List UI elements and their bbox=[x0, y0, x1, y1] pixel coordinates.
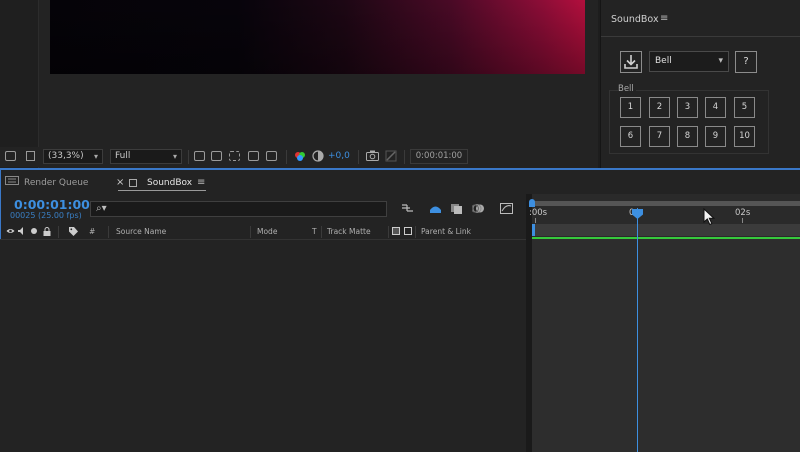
column-number: # bbox=[89, 227, 96, 236]
column-divider bbox=[321, 226, 322, 238]
tab-soundbox[interactable]: SoundBox bbox=[147, 178, 192, 188]
download-button[interactable] bbox=[620, 51, 642, 73]
graph-editor-icon[interactable] bbox=[500, 203, 513, 214]
sound-button-7[interactable]: 7 bbox=[649, 126, 670, 147]
exposure-icon[interactable] bbox=[312, 150, 324, 165]
column-divider bbox=[108, 226, 109, 238]
guides-icon[interactable] bbox=[248, 151, 259, 161]
sound-button-1[interactable]: 1 bbox=[620, 97, 641, 118]
toolbar-divider bbox=[404, 150, 405, 164]
viewer-toolbar: (33,3%) ▾ Full ▾ +0,0 0:00:01:00 bbox=[0, 147, 598, 167]
playhead-line[interactable] bbox=[637, 208, 638, 452]
mask-visibility-icon[interactable] bbox=[229, 151, 240, 161]
time-navigator-start-handle[interactable] bbox=[532, 224, 535, 236]
resolution-value: Full bbox=[115, 151, 131, 161]
solo-icon[interactable] bbox=[31, 228, 37, 234]
column-t[interactable]: T bbox=[312, 227, 317, 236]
ruler-tick bbox=[535, 218, 536, 223]
viewer-timecode[interactable]: 0:00:01:00 bbox=[410, 149, 468, 164]
frame-blending-icon[interactable] bbox=[450, 203, 462, 214]
color-channels-icon[interactable] bbox=[294, 150, 306, 165]
close-icon[interactable]: × bbox=[116, 177, 124, 188]
audio-icon[interactable] bbox=[18, 227, 26, 238]
sound-button-6[interactable]: 6 bbox=[620, 126, 641, 147]
mouse-cursor-icon bbox=[703, 207, 716, 229]
tab-render-queue[interactable]: Render Queue bbox=[24, 178, 88, 188]
snapshot-camera-icon[interactable] bbox=[366, 150, 379, 164]
chevron-down-icon: ▾ bbox=[93, 152, 98, 161]
sound-button-5[interactable]: 5 bbox=[734, 97, 755, 118]
tools-strip bbox=[0, 0, 39, 168]
column-track-matte[interactable]: Track Matte bbox=[327, 227, 371, 236]
label-tag-icon[interactable] bbox=[69, 227, 78, 239]
sound-select[interactable]: Bell ▾ bbox=[649, 51, 729, 72]
work-area-start-handle[interactable] bbox=[529, 199, 535, 207]
zoom-value: (33,3%) bbox=[48, 151, 84, 161]
layer-search-input[interactable]: ⌕▾ bbox=[90, 201, 387, 217]
column-parent-link[interactable]: Parent & Link bbox=[421, 227, 471, 236]
column-divider bbox=[415, 226, 416, 238]
work-area-bar[interactable] bbox=[532, 201, 800, 206]
toolbar-divider bbox=[358, 150, 359, 164]
layer-column-header: # Source Name Mode T Track Matte Parent … bbox=[0, 225, 526, 240]
chevron-down-icon: ▾ bbox=[172, 152, 177, 161]
composition-icon bbox=[129, 179, 137, 187]
current-time-display[interactable]: 0:00:01:00 bbox=[14, 197, 90, 212]
column-source-name[interactable]: Source Name bbox=[116, 227, 166, 236]
active-tab-indicator bbox=[118, 190, 206, 191]
matte-alpha-icon[interactable] bbox=[404, 227, 412, 235]
show-snapshot-icon[interactable] bbox=[385, 150, 397, 165]
timeline-panel: Render Queue × SoundBox ≡ 0:00:01:00 000… bbox=[0, 168, 800, 452]
transparency-grid-icon[interactable] bbox=[211, 151, 222, 161]
matte-invert-icon[interactable] bbox=[392, 227, 400, 235]
toolbar-divider bbox=[188, 150, 189, 164]
soundbox-panel: SoundBox ≡ Bell ▾ ? Bell 1 2 3 4 5 6 7 8… bbox=[600, 0, 800, 168]
column-divider bbox=[250, 226, 251, 238]
grid-icon[interactable] bbox=[266, 151, 277, 161]
help-button[interactable]: ? bbox=[735, 51, 757, 73]
zoom-dropdown[interactable]: (33,3%) ▾ bbox=[43, 149, 103, 164]
frame-info: 00025 (25.00 fps) bbox=[10, 211, 82, 220]
sound-group-label: Bell bbox=[618, 84, 636, 94]
column-divider bbox=[58, 226, 59, 238]
sound-button-3[interactable]: 3 bbox=[677, 97, 698, 118]
tab-menu-icon[interactable]: ≡ bbox=[197, 177, 205, 188]
sound-button-4[interactable]: 4 bbox=[705, 97, 726, 118]
chevron-down-icon: ▾ bbox=[718, 56, 723, 66]
panel-menu-icon[interactable]: ≡ bbox=[660, 13, 668, 24]
ruler-tick bbox=[742, 218, 743, 223]
eye-icon[interactable] bbox=[6, 227, 15, 238]
composition-viewer: (33,3%) ▾ Full ▾ +0,0 0:00:01:00 bbox=[0, 0, 598, 168]
timeline-track-area[interactable] bbox=[532, 239, 800, 452]
sound-button-9[interactable]: 9 bbox=[705, 126, 726, 147]
time-navigator-bar[interactable] bbox=[532, 224, 800, 236]
lock-icon[interactable] bbox=[43, 227, 51, 239]
folder-icon[interactable] bbox=[26, 151, 35, 161]
search-icon: ⌕▾ bbox=[96, 203, 107, 214]
sound-button-2[interactable]: 2 bbox=[649, 97, 670, 118]
ruler-label-2s: 02s bbox=[735, 208, 751, 218]
composition-flowchart-icon[interactable] bbox=[401, 203, 413, 214]
toolbar-divider bbox=[286, 150, 287, 164]
region-of-interest-icon[interactable] bbox=[194, 151, 205, 161]
sound-button-8[interactable]: 8 bbox=[677, 126, 698, 147]
layer-list[interactable] bbox=[0, 240, 526, 452]
exposure-value[interactable]: +0,0 bbox=[328, 151, 350, 161]
time-ruler-area: :00s 0s 02s bbox=[529, 194, 800, 452]
sound-button-10[interactable]: 10 bbox=[734, 126, 755, 147]
soundbox-title: SoundBox bbox=[611, 14, 659, 25]
preview-icon[interactable] bbox=[5, 151, 16, 161]
column-divider bbox=[388, 226, 389, 238]
composition-canvas[interactable] bbox=[50, 0, 585, 74]
ruler-label-start: :00s bbox=[529, 208, 548, 218]
resolution-dropdown[interactable]: Full ▾ bbox=[110, 149, 182, 164]
shy-layers-icon[interactable] bbox=[429, 203, 441, 214]
panel-grip-icon[interactable] bbox=[5, 176, 19, 188]
download-icon bbox=[624, 55, 638, 69]
sound-select-value: Bell bbox=[655, 56, 672, 66]
motion-blur-icon[interactable] bbox=[471, 203, 484, 214]
column-mode[interactable]: Mode bbox=[257, 227, 277, 236]
